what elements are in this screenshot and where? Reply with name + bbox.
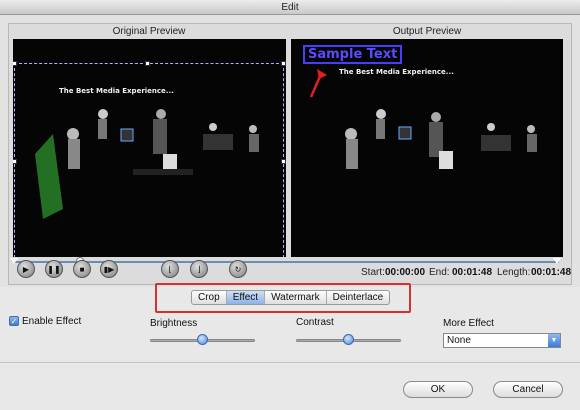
pause-icon: ❚❚ — [47, 264, 61, 274]
crop-handle[interactable] — [145, 61, 150, 66]
contrast-label: Contrast — [296, 317, 334, 328]
tab-watermark[interactable]: Watermark — [265, 291, 327, 304]
brightness-slider[interactable] — [150, 334, 255, 345]
next-frame-button[interactable]: ▮▶ — [100, 260, 118, 278]
crop-box[interactable] — [13, 61, 286, 257]
reset-icon: ↻ — [234, 264, 242, 274]
preview-panel: Original Preview Output Preview The Best… — [0, 15, 580, 287]
enable-effect-checkbox[interactable]: ✓ — [9, 316, 19, 326]
next-frame-icon: ▮▶ — [103, 264, 115, 274]
tab-deinterlace[interactable]: Deinterlace — [327, 291, 390, 304]
more-effect-label: More Effect — [443, 318, 494, 329]
crop-handle[interactable] — [13, 61, 17, 66]
stop-icon: ■ — [79, 264, 85, 274]
tab-effect[interactable]: Effect — [226, 291, 266, 304]
divider — [0, 362, 580, 363]
crop-handle[interactable] — [281, 61, 286, 66]
play-button[interactable]: ▶ — [17, 260, 35, 278]
brightness-thumb[interactable] — [197, 334, 208, 345]
end-marker[interactable] — [553, 258, 561, 264]
dropdown-arrow-icon: ▼ — [548, 334, 560, 347]
enable-effect-label: Enable Effect — [22, 316, 82, 327]
stop-button[interactable]: ■ — [73, 260, 91, 278]
preview-frame: Original Preview Output Preview The Best… — [8, 23, 572, 285]
cancel-button[interactable]: Cancel — [493, 381, 563, 398]
output-preview-video[interactable]: Sample Text The Best Media Experience... — [291, 39, 563, 257]
length-label: Length: — [497, 267, 531, 278]
ok-button[interactable]: OK — [403, 381, 473, 398]
more-effect-value: None — [447, 335, 471, 346]
timeline-track — [14, 261, 559, 263]
set-end-icon: ⌋ — [197, 264, 201, 274]
set-end-button[interactable]: ⌋ — [190, 260, 208, 278]
contrast-thumb[interactable] — [343, 334, 354, 345]
end-time-value: 00:01:48 — [452, 267, 493, 278]
timeline-slider[interactable] — [10, 257, 561, 266]
pause-button[interactable]: ❚❚ — [45, 260, 63, 278]
crop-handle[interactable] — [13, 159, 17, 164]
length-value: 00:01:48 — [531, 267, 572, 278]
set-start-button[interactable]: ⌊ — [161, 260, 179, 278]
reset-button[interactable]: ↻ — [229, 260, 247, 278]
start-time-value: 00:00:00 — [385, 267, 426, 278]
edit-tabs: Crop Effect Watermark Deinterlace — [191, 290, 391, 305]
original-preview-video[interactable]: The Best Media Experience... — [13, 39, 286, 257]
more-effect-select[interactable]: None ▼ — [443, 333, 561, 348]
output-video-caption: The Best Media Experience... — [339, 68, 454, 76]
original-preview-label: Original Preview — [112, 26, 186, 37]
window-title: Edit — [0, 0, 580, 15]
contrast-slider[interactable] — [296, 334, 401, 345]
output-preview-label: Output Preview — [392, 26, 462, 37]
end-time-label: End: — [429, 267, 450, 278]
play-icon: ▶ — [22, 264, 30, 274]
brightness-label: Brightness — [150, 318, 198, 329]
start-time-label: Start: — [361, 267, 385, 278]
set-start-icon: ⌊ — [168, 264, 172, 274]
check-icon: ✓ — [10, 317, 18, 326]
watermark-text-box[interactable]: Sample Text — [303, 45, 403, 64]
start-marker[interactable] — [10, 258, 18, 264]
crop-handle[interactable] — [281, 159, 286, 164]
tab-crop[interactable]: Crop — [192, 291, 227, 304]
